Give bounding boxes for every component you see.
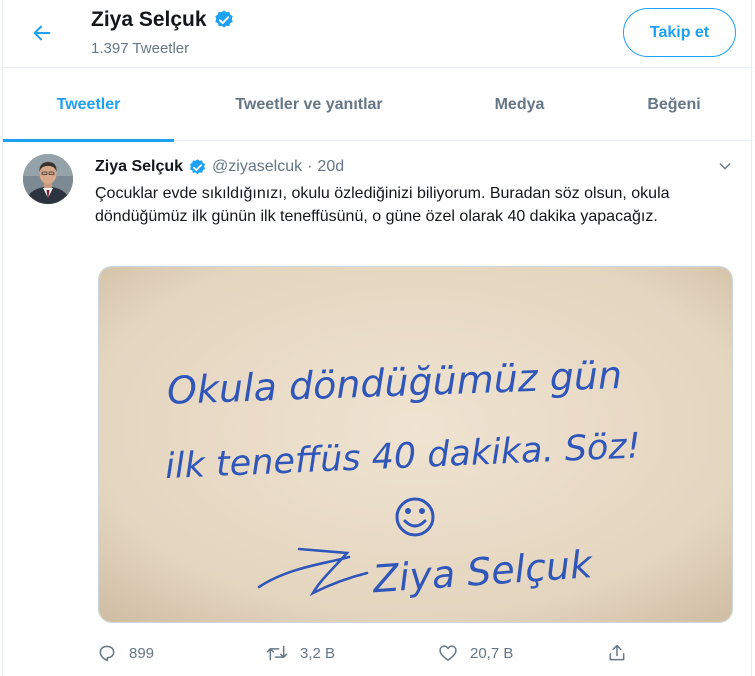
retweet-count: 3,2 B xyxy=(300,644,336,662)
retweet-icon xyxy=(266,645,288,661)
verified-badge-icon xyxy=(214,10,233,28)
share-button[interactable] xyxy=(607,638,627,668)
avatar-portrait xyxy=(23,154,73,204)
tab-tweets-and-replies[interactable]: Tweetler ve yanıtlar xyxy=(174,68,444,141)
back-button[interactable] xyxy=(27,18,57,48)
tab-media[interactable]: Medya xyxy=(444,68,595,141)
profile-name-text: Ziya Selçuk xyxy=(91,8,207,31)
tweet-header: Ziya Selçuk @ziyaselcuk · 20d xyxy=(95,156,344,178)
tweet-timestamp[interactable]: 20d xyxy=(317,158,344,176)
tweet-count: 1.397 Tweetler xyxy=(91,40,190,57)
like-count: 20,7 B xyxy=(470,644,514,662)
profile-column: Ziya Selçuk 1.397 Tweetler Takip et Twee… xyxy=(2,0,753,676)
tweet-actions: 899 3,2 B 20,7 B xyxy=(95,638,655,668)
like-button[interactable]: 20,7 B xyxy=(438,638,513,668)
verified-badge-icon xyxy=(190,158,206,174)
heart-icon xyxy=(439,645,457,661)
profile-header: Ziya Selçuk 1.397 Tweetler Takip et xyxy=(3,0,753,68)
separator-dot: · xyxy=(307,158,313,175)
avatar[interactable] xyxy=(23,154,73,204)
tab-tweets[interactable]: Tweetler xyxy=(3,68,174,142)
reply-button[interactable]: 899 xyxy=(97,638,154,668)
follow-button[interactable]: Takip et xyxy=(623,8,736,57)
profile-tabs: Tweetler Tweetler ve yanıtlar Medya Beğe… xyxy=(3,68,753,142)
tab-likes[interactable]: Beğeni xyxy=(595,68,753,141)
reply-count: 899 xyxy=(129,644,155,662)
arrow-left-icon xyxy=(33,25,51,41)
share-icon xyxy=(609,644,625,661)
handwritten-note-image: Okula döndüğümüz gün ilk teneffüs 40 dak… xyxy=(99,267,732,622)
reply-icon xyxy=(99,645,115,662)
tweet-image[interactable]: Okula döndüğümüz gün ilk teneffüs 40 dak… xyxy=(98,266,733,623)
tweet[interactable]: Ziya Selçuk @ziyaselcuk · 20d Çocuklar e… xyxy=(3,142,753,676)
tweet-text: Çocuklar evde sıkıldığınızı, okulu özled… xyxy=(95,185,670,225)
profile-name: Ziya Selçuk xyxy=(91,8,235,32)
tweet-author-name[interactable]: Ziya Selçuk xyxy=(95,158,183,176)
chevron-down-icon xyxy=(719,163,731,170)
retweet-button[interactable]: 3,2 B xyxy=(266,638,335,668)
tweet-menu-button[interactable] xyxy=(711,154,739,178)
tweet-author-handle[interactable]: @ziyaselcuk xyxy=(212,158,302,176)
